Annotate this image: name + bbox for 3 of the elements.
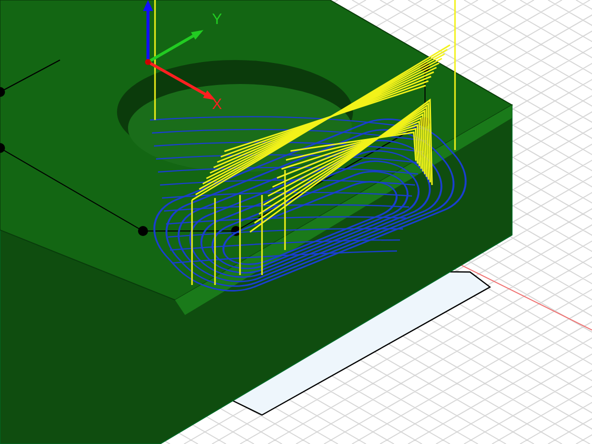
axis-label: Y [212,11,222,28]
axis-label: X [212,96,222,113]
origin-icon [145,59,151,65]
